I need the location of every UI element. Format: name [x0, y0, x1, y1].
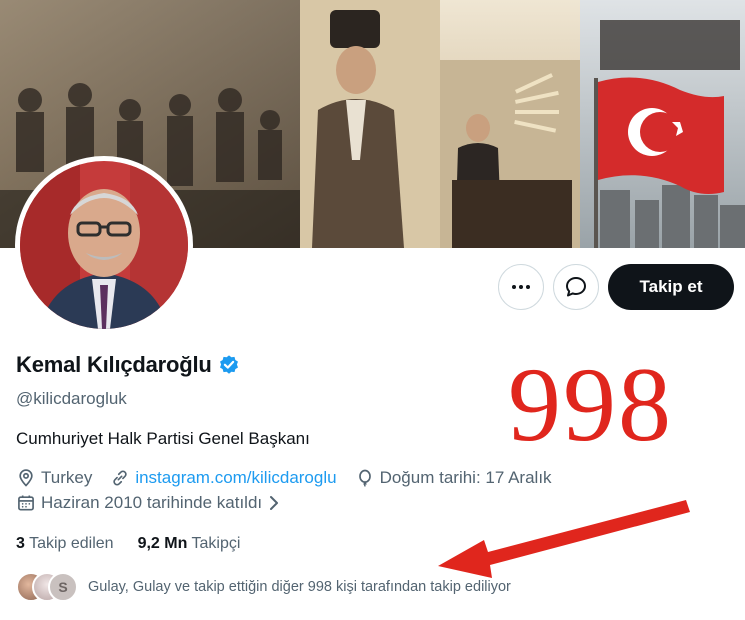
following-stat[interactable]: 3 Takip edilen [16, 535, 114, 553]
followers-you-know-avatars: S [16, 572, 78, 602]
message-button[interactable] [553, 264, 599, 310]
verified-badge-icon[interactable] [218, 354, 240, 376]
follow-button[interactable]: Takip et [608, 264, 734, 310]
avatar-image [20, 161, 188, 329]
following-label: Takip edilen [29, 535, 114, 552]
calendar-icon [18, 495, 34, 511]
birthday: Doğum tarihi: 17 Aralık [355, 468, 552, 488]
annotation-number: 998 [508, 346, 673, 463]
followers-label: Takipçi [191, 535, 241, 552]
followed-by-row[interactable]: S Gulay, Gulay ve takip ettiğin diğer 99… [16, 572, 511, 602]
chevron-right-icon [270, 496, 279, 510]
more-options-button[interactable] [498, 264, 544, 310]
followed-by-text: Gulay, Gulay ve takip ettiğin diğer 998 … [88, 579, 511, 595]
profile-avatar[interactable] [15, 156, 193, 334]
profile-handle: @kilicdarogluk [16, 389, 127, 408]
profile-name: Kemal Kılıçdaroğlu [16, 352, 212, 377]
follow-stats: 3 Takip edilen 9,2 Mn Takipçi [16, 535, 240, 553]
avatar: S [48, 572, 78, 602]
profile-name-row: Kemal Kılıçdaroğlu [16, 352, 240, 378]
followers-count: 9,2 Mn [137, 535, 188, 552]
profile-joined-row[interactable]: Haziran 2010 tarihinde katıldı [16, 493, 299, 513]
website-link[interactable]: instagram.com/kilicdaroglu [135, 468, 336, 488]
joined-text: Haziran 2010 tarihinde katıldı [41, 493, 263, 512]
message-icon [566, 277, 586, 297]
followers-stat[interactable]: 9,2 Mn Takipçi [138, 535, 241, 553]
location: Turkey [16, 468, 92, 488]
birthday-text: Doğum tarihi: 17 Aralık [379, 468, 552, 487]
following-count: 3 [16, 535, 25, 552]
joined-date[interactable]: Haziran 2010 tarihinde katıldı [16, 493, 281, 513]
balloon-icon [358, 469, 371, 487]
link-icon [113, 470, 128, 486]
profile-bio: Cumhuriyet Halk Partisi Genel Başkanı [16, 429, 310, 448]
more-icon [512, 285, 530, 289]
location-text: Turkey [41, 468, 93, 487]
profile-meta-row: Turkey instagram.com/kilicdaroglu Doğum … [16, 468, 570, 488]
location-pin-icon [19, 469, 33, 487]
website[interactable]: instagram.com/kilicdaroglu [110, 468, 337, 488]
